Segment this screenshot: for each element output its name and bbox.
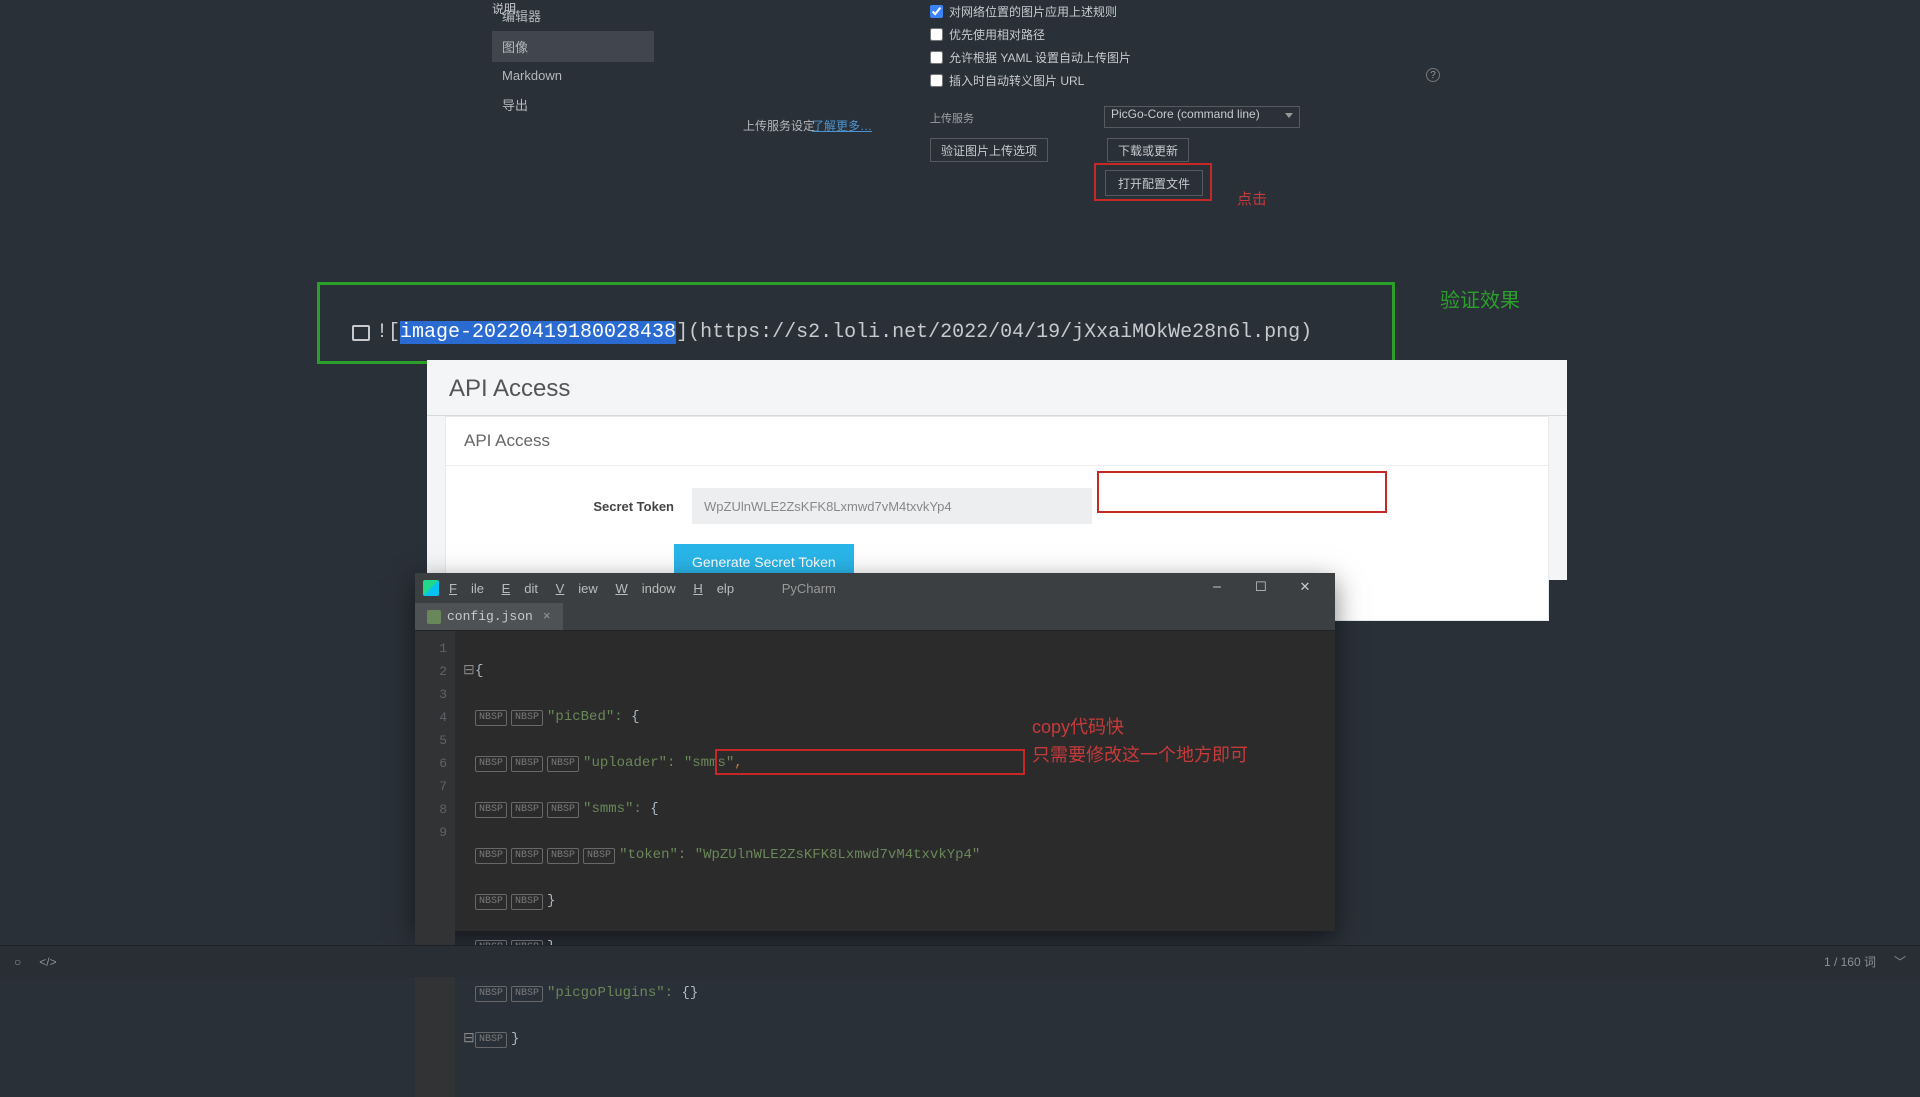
upload-service-select[interactable]: PicGo-Core (command line) xyxy=(1104,106,1300,128)
markdown-url: (https://s2.loli.net/2022/04/19/jXxaiMOk… xyxy=(688,321,1312,344)
help-icon[interactable]: ? xyxy=(1426,68,1440,82)
sidebar-item-export[interactable]: 导出 xyxy=(492,89,654,120)
markdown-alt-selected: image-20220419180028438 xyxy=(400,321,676,344)
secret-token-input[interactable] xyxy=(692,488,1092,524)
app-name: PyCharm xyxy=(782,581,836,596)
menu-file[interactable]: File xyxy=(449,581,484,596)
annotation-copy-label: copy代码快 只需要修改这一个地方即可 xyxy=(1032,713,1248,769)
line-gutter: 123456789 xyxy=(415,631,455,1097)
learn-more-link[interactable]: 了解更多… xyxy=(812,117,872,134)
upload-service-label: 上传服务 xyxy=(930,110,974,126)
menu-view[interactable]: View xyxy=(556,581,598,596)
sidebar-item-editor[interactable]: 编辑器 xyxy=(492,0,654,31)
maximize-button[interactable]: ☐ xyxy=(1239,573,1283,603)
image-options: 对网络位置的图片应用上述规则 优先使用相对路径 允许根据 YAML 设置自动上传… xyxy=(930,0,1350,92)
opt-network-rule[interactable]: 对网络位置的图片应用上述规则 xyxy=(930,0,1350,23)
word-counter[interactable]: 1 / 160 词 xyxy=(1824,953,1876,970)
markdown-image-syntax[interactable]: ![image-20220419180028438](https://s2.lo… xyxy=(352,321,1312,344)
menu-help[interactable]: Help xyxy=(693,581,734,596)
annotation-click-label: 点击 xyxy=(1237,188,1267,209)
sidebar-item-image[interactable]: 图像 xyxy=(492,31,654,62)
menu-window[interactable]: Window xyxy=(615,581,675,596)
typora-footer: ○ </> 1 / 160 词 ﹀ xyxy=(0,945,1920,977)
verify-upload-button[interactable]: 验证图片上传选项 xyxy=(930,138,1048,162)
upload-settings-label: 上传服务设定 xyxy=(743,117,815,134)
pycharm-menu: File Edit View Window Help PyCharm xyxy=(449,581,850,596)
download-update-button[interactable]: 下载或更新 xyxy=(1107,138,1189,162)
image-icon xyxy=(352,325,370,341)
menu-edit[interactable]: Edit xyxy=(502,581,538,596)
opt-yaml-upload[interactable]: 允许根据 YAML 设置自动上传图片 xyxy=(930,46,1350,69)
opt-auto-escape[interactable]: 插入时自动转义图片 URL xyxy=(930,69,1350,92)
opt-relative-path[interactable]: 优先使用相对路径 xyxy=(930,23,1350,46)
json-file-icon xyxy=(427,610,441,624)
settings-panel: 编辑器 图像 Markdown 导出 对网络位置的图片应用上述规则 优先使用相对… xyxy=(492,0,1452,215)
api-page-title: API Access xyxy=(427,360,1567,415)
tab-close-icon[interactable]: × xyxy=(543,609,551,624)
pycharm-tabs: config.json × xyxy=(415,603,1335,631)
settings-sidebar: 编辑器 图像 Markdown 导出 xyxy=(492,0,654,120)
pycharm-logo-icon xyxy=(423,580,439,596)
tab-config-json[interactable]: config.json × xyxy=(415,603,563,630)
chevron-down-icon xyxy=(1285,113,1293,118)
annotation-verify-label: 验证效果 xyxy=(1440,284,1520,313)
source-mode-icon[interactable]: </> xyxy=(39,955,56,969)
open-config-button[interactable]: 打开配置文件 xyxy=(1105,170,1203,196)
code-editor[interactable]: 123456789 ⊟{ NBSPNBSP"picBed": { NBSPNBS… xyxy=(415,631,1335,1097)
close-button[interactable]: ✕ xyxy=(1283,573,1327,603)
outline-icon[interactable]: ○ xyxy=(14,955,21,969)
api-access-panel: API Access API Access Secret Token Gener… xyxy=(427,360,1567,580)
chevron-down-icon[interactable]: ﹀ xyxy=(1894,953,1906,970)
minimize-button[interactable]: ─ xyxy=(1195,573,1239,603)
secret-token-label: Secret Token xyxy=(464,499,674,514)
api-card-title: API Access xyxy=(446,417,1548,466)
pycharm-titlebar: File Edit View Window Help PyCharm ─ ☐ ✕ xyxy=(415,573,1335,603)
sidebar-item-markdown[interactable]: Markdown xyxy=(492,62,654,89)
